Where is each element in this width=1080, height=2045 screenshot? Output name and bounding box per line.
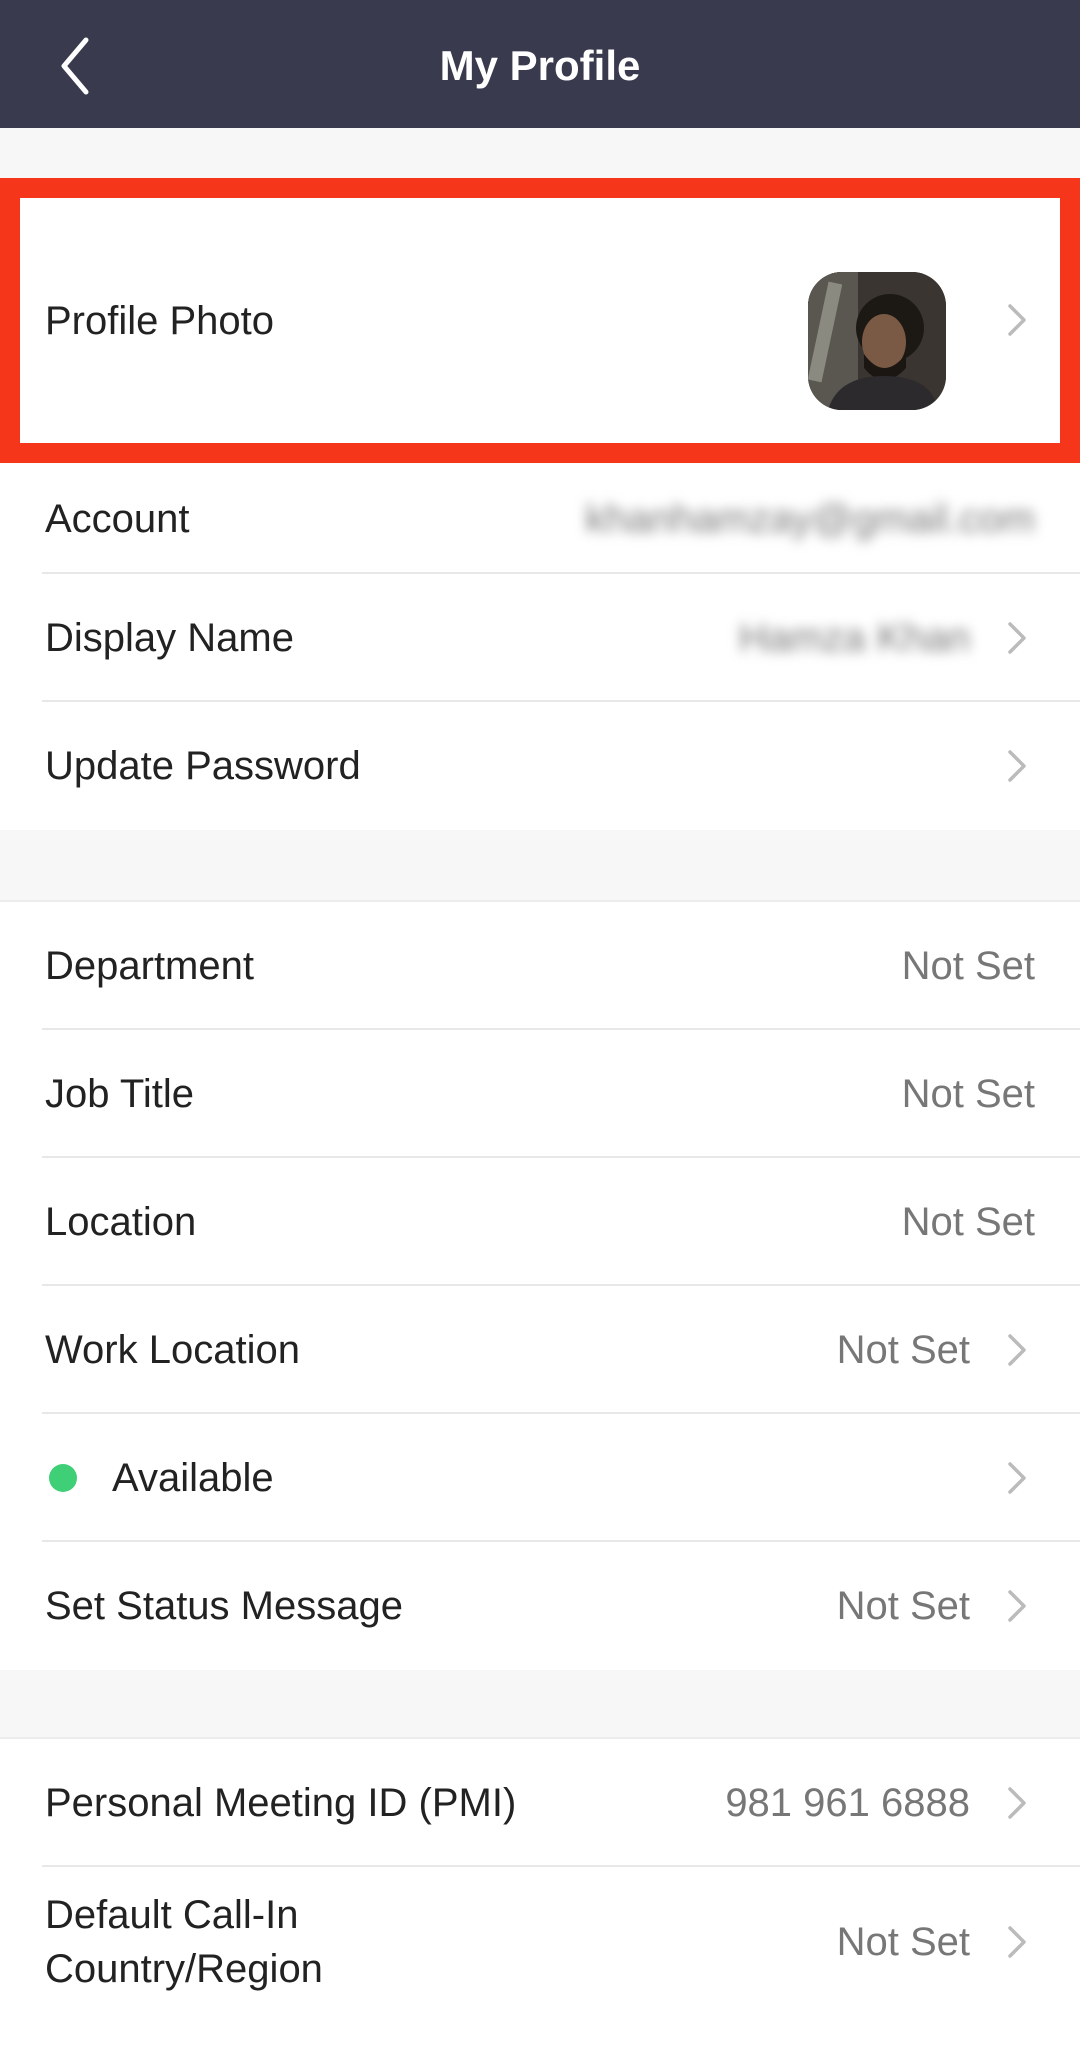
chevron-right-icon (1008, 304, 1026, 336)
display-name-row[interactable]: Display Name Hamza Khan (0, 574, 1080, 702)
job-title-row[interactable]: Job Title Not Set (0, 1030, 1080, 1158)
profile-photo-row-inner[interactable]: Profile Photo (20, 198, 1060, 443)
chevron-right-icon (1008, 1462, 1026, 1494)
avatar-image (808, 272, 946, 410)
avatar[interactable] (808, 272, 946, 410)
profile-photo-label: Profile Photo (45, 298, 275, 343)
details-section: Department Not Set Job Title Not Set Loc… (0, 900, 1080, 1670)
status-dot-icon (49, 1464, 77, 1492)
call-in-country-row[interactable]: Default Call-In Country/Region Not Set (0, 1867, 1080, 2017)
pmi-label: Personal Meeting ID (PMI) (45, 1781, 517, 1825)
update-password-label: Update Password (45, 744, 361, 788)
display-name-value: Hamza Khan (738, 616, 970, 660)
chevron-right-icon (1008, 622, 1026, 654)
call-in-label-line2: Country/Region (45, 1947, 323, 1991)
location-label: Location (45, 1200, 197, 1244)
call-in-country-label: Default Call-In Country/Region (45, 1888, 323, 1996)
job-title-label: Job Title (45, 1072, 194, 1116)
display-name-label: Display Name (45, 616, 294, 660)
top-bar: My Profile (0, 0, 1080, 128)
work-location-label: Work Location (45, 1328, 300, 1372)
work-location-row[interactable]: Work Location Not Set (0, 1286, 1080, 1414)
account-row: Account khanhamzay@gmail.com (0, 463, 1080, 574)
profile-photo-row[interactable]: Profile Photo (0, 178, 1080, 463)
department-label: Department (45, 944, 254, 988)
location-row[interactable]: Location Not Set (0, 1158, 1080, 1286)
work-location-value: Not Set (836, 1328, 970, 1372)
department-row[interactable]: Department Not Set (0, 902, 1080, 1030)
availability-label: Available (112, 1456, 274, 1500)
location-value: Not Set (901, 1200, 1035, 1244)
status-message-value: Not Set (836, 1584, 970, 1628)
chevron-right-icon (1008, 1590, 1026, 1622)
meeting-section: Personal Meeting ID (PMI) 981 961 6888 D… (0, 1737, 1080, 2045)
status-message-row[interactable]: Set Status Message Not Set (0, 1542, 1080, 1670)
chevron-right-icon (1008, 750, 1026, 782)
account-section: Account khanhamzay@gmail.com Display Nam… (0, 463, 1080, 830)
pmi-value: 981 961 6888 (725, 1781, 970, 1825)
update-password-row[interactable]: Update Password (0, 702, 1080, 830)
account-value: khanhamzay@gmail.com (585, 496, 1035, 541)
page-title: My Profile (439, 42, 641, 89)
chevron-right-icon (1008, 1926, 1026, 1958)
call-in-country-value: Not Set (836, 1920, 970, 1964)
pmi-row[interactable]: Personal Meeting ID (PMI) 981 961 6888 (0, 1739, 1080, 1867)
availability-row[interactable]: Available (0, 1414, 1080, 1542)
department-value: Not Set (901, 944, 1035, 988)
chevron-right-icon (1008, 1787, 1026, 1819)
account-label: Account (45, 496, 190, 541)
status-message-label: Set Status Message (45, 1584, 403, 1628)
call-in-label-line1: Default Call-In (45, 1893, 299, 1937)
chevron-right-icon (1008, 1334, 1026, 1366)
job-title-value: Not Set (901, 1072, 1035, 1116)
